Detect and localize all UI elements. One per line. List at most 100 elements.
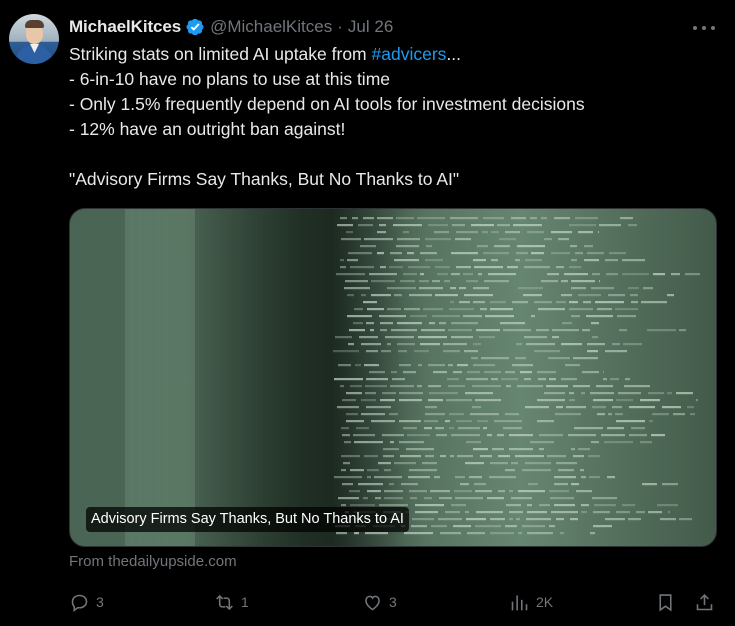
code-glyph-run: [431, 525, 447, 528]
code-glyph-run: [530, 441, 554, 444]
code-glyph-run: [479, 336, 495, 339]
code-glyph-run: [603, 378, 607, 381]
author-name[interactable]: MichaelKitces: [69, 17, 181, 37]
code-glyph-run: [341, 455, 360, 458]
code-glyph-run: [448, 364, 453, 367]
code-glyph-run: [616, 511, 630, 514]
code-glyph-run: [464, 294, 493, 297]
card-source[interactable]: From thedailyupside.com: [69, 553, 237, 570]
avatar[interactable]: [9, 14, 59, 64]
code-glyph-run: [483, 427, 487, 430]
code-glyph-run: [397, 343, 415, 346]
code-glyph-run: [615, 413, 623, 416]
code-glyph-run: [367, 490, 381, 493]
code-glyph-run: [551, 252, 570, 255]
code-glyph-run: [389, 413, 398, 416]
code-glyph-run: [603, 371, 604, 374]
code-glyph-run: [552, 336, 559, 339]
code-glyph-run: [640, 399, 660, 402]
views-button[interactable]: 2K: [509, 590, 553, 614]
code-glyph-run: [399, 420, 421, 423]
code-glyph-run: [345, 280, 368, 283]
code-glyph-run: [477, 245, 488, 248]
code-glyph-run: [456, 420, 472, 423]
code-glyph-run: [491, 259, 498, 262]
code-glyph-run: [592, 497, 617, 500]
code-glyph-run: [435, 266, 450, 269]
code-glyph-run: [605, 350, 627, 353]
code-glyph-run: [513, 224, 542, 227]
code-glyph-run: [599, 224, 621, 227]
tweet-date[interactable]: Jul 26: [348, 17, 393, 37]
code-glyph-run: [524, 266, 550, 269]
code-glyph-run: [463, 273, 473, 276]
share-button[interactable]: [694, 590, 715, 614]
code-glyph-run: [571, 287, 586, 290]
hashtag-link[interactable]: #advicers: [372, 44, 447, 64]
code-glyph-run: [494, 245, 510, 248]
link-card[interactable]: Advisory Firms Say Thanks, But No Thanks…: [69, 208, 717, 547]
code-glyph-run: [687, 406, 694, 409]
code-glyph-run: [473, 343, 481, 346]
code-glyph-run: [629, 434, 647, 437]
code-glyph-run: [350, 469, 364, 472]
code-glyph-run: [584, 259, 599, 262]
code-glyph-run: [448, 329, 472, 332]
code-glyph-run: [484, 371, 501, 374]
code-glyph-run: [390, 252, 402, 255]
code-glyph-run: [554, 217, 570, 220]
code-glyph-run: [428, 224, 448, 227]
code-glyph-run: [380, 266, 386, 269]
code-glyph-run: [592, 406, 606, 409]
code-glyph-run: [474, 483, 486, 486]
code-glyph-run: [530, 217, 537, 220]
code-glyph-run: [422, 462, 437, 465]
code-glyph-run: [506, 385, 511, 388]
code-glyph-run: [539, 434, 563, 437]
code-glyph-run: [458, 427, 480, 430]
code-glyph-run: [451, 336, 473, 339]
bookmark-button[interactable]: [655, 590, 676, 614]
code-glyph-run: [425, 413, 445, 416]
code-glyph-run: [404, 532, 433, 535]
tweet[interactable]: MichaelKitces @MichaelKitces · Jul 26 St…: [0, 0, 735, 626]
code-glyph-run: [390, 385, 414, 388]
code-glyph-run: [347, 259, 358, 262]
code-glyph-run: [334, 378, 363, 381]
code-glyph-run: [340, 385, 344, 388]
code-glyph-run: [438, 518, 462, 521]
code-glyph-run: [389, 266, 403, 269]
more-icon[interactable]: [693, 18, 715, 38]
code-glyph-run: [465, 511, 469, 514]
code-glyph-run: [511, 217, 526, 220]
code-glyph-run: [556, 462, 577, 465]
code-glyph-run: [512, 364, 533, 367]
code-glyph-run: [452, 224, 465, 227]
reply-button[interactable]: 3: [69, 590, 104, 614]
code-glyph-run: [522, 525, 545, 528]
code-glyph-run: [424, 420, 438, 423]
code-glyph-run: [667, 294, 674, 297]
code-glyph-run: [381, 350, 391, 353]
code-glyph-run: [450, 301, 454, 304]
code-glyph-run: [487, 434, 492, 437]
code-glyph-run: [570, 245, 577, 248]
code-glyph-run: [364, 364, 379, 367]
code-glyph-run: [649, 420, 653, 423]
code-glyph-run: [364, 238, 393, 241]
code-glyph-run: [491, 378, 498, 381]
like-button[interactable]: 3: [362, 590, 397, 614]
code-glyph-run: [571, 483, 579, 486]
code-glyph-run: [358, 483, 383, 486]
code-glyph-run: [350, 504, 375, 507]
code-glyph-run: [676, 392, 693, 395]
code-glyph-run: [366, 378, 388, 381]
code-glyph-run: [384, 497, 403, 500]
code-glyph-run: [369, 371, 385, 374]
code-glyph-run: [377, 217, 393, 220]
code-glyph-run: [447, 378, 459, 381]
author-handle[interactable]: @MichaelKitces: [210, 17, 332, 37]
code-glyph-run: [581, 511, 587, 514]
repost-button[interactable]: 1: [214, 590, 249, 614]
code-glyph-run: [346, 392, 362, 395]
